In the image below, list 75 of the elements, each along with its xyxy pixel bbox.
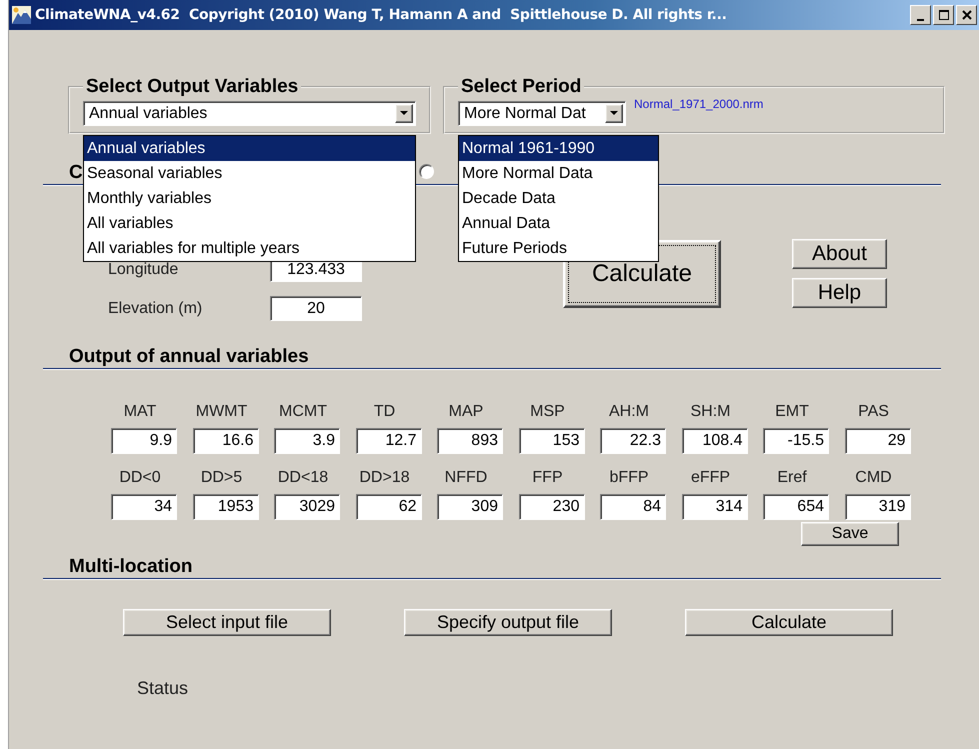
- maximize-button[interactable]: [933, 5, 954, 25]
- maximize-icon: [936, 8, 950, 22]
- action-button[interactable]: Specify output file: [404, 609, 612, 636]
- field-label: Longitude: [108, 260, 180, 280]
- dropdown-option[interactable]: Decade Data: [459, 186, 658, 211]
- dropdown-option[interactable]: All variables: [84, 211, 415, 236]
- group-label: Select Period: [460, 76, 582, 98]
- value-field[interactable]: 29: [844, 428, 910, 454]
- dropdown-field[interactable]: More Normal Dat: [458, 101, 626, 126]
- value-field[interactable]: 654: [763, 494, 829, 520]
- variable-label: EMT: [775, 402, 810, 422]
- minimize-icon: [917, 18, 924, 20]
- close-button[interactable]: [956, 5, 977, 25]
- value-field[interactable]: 3029: [274, 494, 340, 520]
- variable-label: DD>18: [359, 468, 411, 488]
- value-field[interactable]: -15.5: [763, 428, 829, 454]
- value-field[interactable]: 62: [356, 494, 422, 520]
- dropdown-field[interactable]: Annual variables: [83, 101, 416, 126]
- variable-label: TD: [374, 402, 396, 422]
- field-label: Elevation (m): [108, 298, 204, 318]
- dropdown-option[interactable]: Normal 1961-1990: [459, 136, 658, 161]
- action-button[interactable]: Select input file: [123, 609, 331, 636]
- value-field[interactable]: 84: [600, 494, 666, 520]
- group-label: Select Output Variables: [85, 76, 300, 98]
- value-field[interactable]: 108.4: [682, 428, 748, 454]
- section-heading: Output of annual variables: [69, 346, 309, 368]
- input-field[interactable]: 20: [270, 296, 362, 321]
- value-field[interactable]: 309: [437, 494, 503, 520]
- dropdown-option[interactable]: Seasonal variables: [84, 161, 415, 186]
- variable-label: eFFP: [690, 468, 732, 488]
- value-field[interactable]: 12.7: [356, 428, 422, 454]
- value-field[interactable]: 314: [682, 494, 748, 520]
- action-button[interactable]: Calculate: [685, 609, 893, 636]
- variable-label: AH:M: [609, 402, 650, 422]
- window-title: ClimateWNA_v4.62 Copyright (2010) Wang T, Hamann A and Spittlehouse D. All rights r...: [35, 7, 728, 23]
- section-heading: Multi-location: [69, 556, 192, 578]
- variable-label: NFFD: [444, 468, 488, 488]
- variable-label: DD<18: [278, 468, 330, 488]
- variable-label: SH:M: [690, 402, 732, 422]
- radio-button[interactable]: [418, 164, 434, 179]
- dropdown-option[interactable]: Annual Data: [459, 211, 658, 236]
- status-label: Status: [137, 678, 190, 699]
- variable-label: MWMT: [196, 402, 248, 422]
- variable-label: DD>5: [200, 468, 244, 488]
- variable-label: MCMT: [279, 402, 328, 422]
- value-field[interactable]: 22.3: [600, 428, 666, 454]
- help-button[interactable]: Help: [792, 278, 887, 308]
- dropdown-option[interactable]: Annual variables: [84, 136, 415, 161]
- variable-label: MAP: [448, 402, 484, 422]
- value-field[interactable]: 9.9: [111, 428, 177, 454]
- minimize-button[interactable]: [910, 5, 931, 25]
- variable-label: MAT: [124, 402, 158, 422]
- mountain-icon: [12, 6, 31, 24]
- save-button[interactable]: Save: [801, 522, 899, 546]
- value-field[interactable]: 319: [844, 494, 910, 520]
- value-field[interactable]: 153: [518, 428, 584, 454]
- value-field[interactable]: 34: [111, 494, 177, 520]
- section-heading: C: [69, 162, 83, 184]
- dropdown-option[interactable]: Monthly variables: [84, 186, 415, 211]
- value-field[interactable]: 230: [518, 494, 584, 520]
- dropdown-option[interactable]: More Normal Data: [459, 161, 658, 186]
- variable-label: FFP: [532, 468, 564, 488]
- about-button[interactable]: About: [792, 239, 887, 269]
- variable-label: Eref: [777, 468, 808, 488]
- value-field[interactable]: 3.9: [274, 428, 340, 454]
- close-icon: [960, 8, 974, 22]
- variable-label: DD<0: [119, 468, 162, 488]
- variable-label: MSP: [530, 402, 566, 422]
- variable-label: PAS: [858, 402, 890, 422]
- variable-label: bFFP: [609, 468, 650, 488]
- value-field[interactable]: 16.6: [192, 428, 258, 454]
- value-field[interactable]: 1953: [192, 494, 258, 520]
- value-field[interactable]: 893: [437, 428, 503, 454]
- file-name: Normal_1971_2000.nrm: [634, 97, 764, 111]
- variable-label: CMD: [855, 468, 893, 488]
